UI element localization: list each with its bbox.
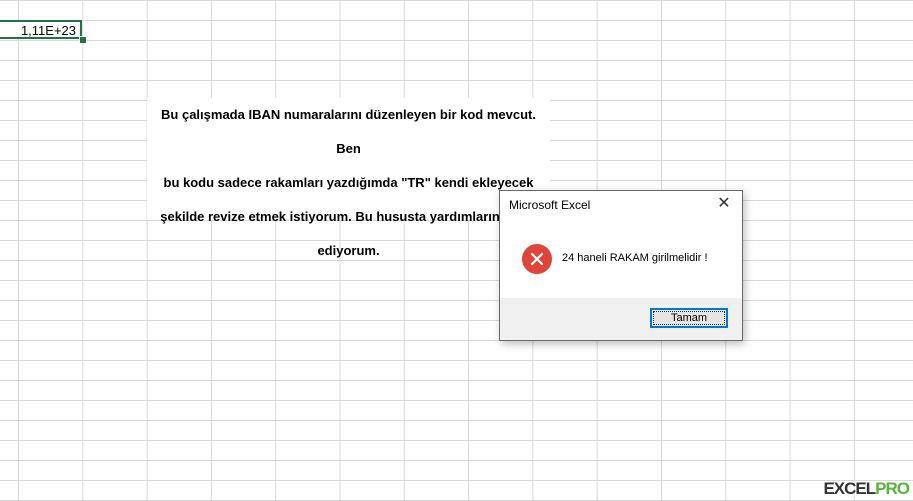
fill-handle[interactable] (79, 36, 87, 44)
dialog-body: 24 haneli RAKAM girilmelidir ! (500, 223, 742, 298)
close-icon[interactable]: ✕ (712, 194, 736, 216)
watermark-accent: PRO (875, 479, 910, 498)
ok-button[interactable]: Tamam (650, 308, 728, 328)
dialog-message: 24 haneli RAKAM girilmelidir ! (562, 252, 708, 264)
watermark-logo: EXCELPRO (823, 479, 910, 499)
active-cell[interactable]: 1,11E+23 (0, 20, 82, 39)
watermark-text: EXCEL (823, 479, 876, 498)
dialog-title: Microsoft Excel (509, 198, 591, 212)
message-dialog: Microsoft Excel ✕ 24 haneli RAKAM girilm… (499, 190, 743, 341)
dialog-footer: Tamam (500, 298, 742, 340)
note-line: ediyorum. (317, 243, 380, 258)
note-text: Bu çalışmada IBAN numaralarını düzenleye… (147, 98, 550, 268)
note-line: bu kodu sadece rakamları yazdığımda "TR"… (163, 175, 534, 190)
note-line: Bu çalışmada IBAN numaralarını düzenleye… (161, 107, 536, 156)
note-line: şekilde revize etmek istiyorum. Bu husus… (160, 209, 537, 224)
error-icon (522, 244, 552, 274)
